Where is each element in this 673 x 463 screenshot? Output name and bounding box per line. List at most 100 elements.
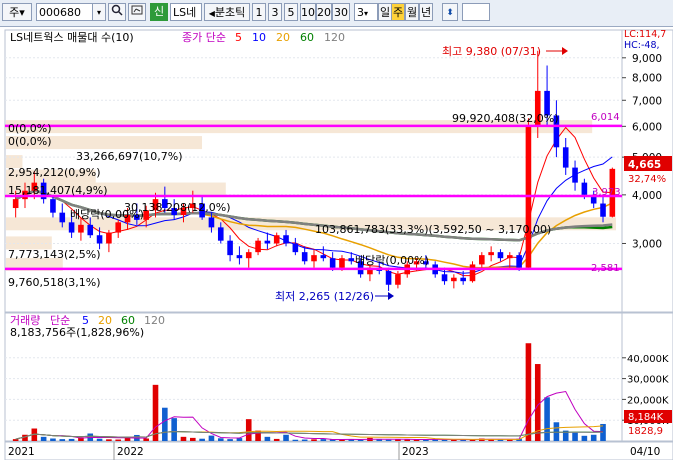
volume-profile-label: 7,773,143(2,5%) — [8, 248, 101, 261]
minute-option-10[interactable]: 10 — [300, 3, 316, 21]
credit-badge: 신 — [150, 3, 168, 21]
candle-body — [68, 222, 75, 233]
volume-axis-bottom-value: 1828,9 — [628, 426, 663, 437]
volume-bar — [115, 439, 122, 441]
candle-body — [516, 255, 522, 268]
volume-badge-value: 8,184K — [628, 412, 664, 423]
candle-body — [348, 258, 355, 262]
chart-area: 9,0008,0007,0006,0005,0004,0003,000 0(0,… — [0, 27, 673, 461]
candle-body — [50, 199, 56, 213]
period-month-button[interactable]: 월 — [405, 3, 419, 21]
interval-dropdown-icon: ▾ — [364, 9, 369, 18]
volume-bar — [283, 434, 289, 441]
volume-bar — [227, 439, 233, 441]
candle-body — [562, 147, 569, 168]
volume-bar — [245, 419, 252, 441]
resist-mid-label: 3,973 — [592, 187, 621, 198]
volume-tick-label: 30,000K — [627, 375, 669, 386]
legend-ma-5: 5 — [235, 31, 242, 44]
volume-bar — [590, 434, 597, 441]
candle-body — [217, 227, 224, 241]
price-panel: 9,0008,0007,0006,0005,0004,0003,000 0(0,… — [4, 29, 673, 313]
volume-bar — [311, 439, 317, 441]
time-label-2023: 2023 — [402, 446, 429, 458]
volume-tick-label: 40,000K — [627, 354, 669, 365]
price-tick-label: 3,000 — [632, 238, 662, 250]
search-icon[interactable] — [108, 3, 126, 21]
minute-option-5[interactable]: 5 — [284, 3, 298, 21]
candle-body — [460, 277, 466, 282]
volume-bar — [451, 439, 457, 441]
price-tick-label: 6,000 — [632, 121, 662, 133]
candle-body — [506, 255, 513, 259]
volume-bar — [106, 439, 112, 441]
volume-profile-label: 0(0,0%) — [8, 122, 52, 135]
candle-body — [283, 235, 289, 244]
minute-option-30[interactable]: 30 — [332, 3, 350, 21]
volume-legend-ma-120: 120 — [144, 314, 165, 327]
candle-body — [320, 255, 327, 259]
minute-option-3[interactable]: 3 — [268, 3, 282, 21]
period-type-button[interactable]: ◀분초틱 — [204, 3, 250, 21]
chart-toolbar: 주▾ 000680 ▾ 신 LS네 ◀분초틱 1 3 5 10 20 30 3▾… — [0, 0, 673, 27]
price-axis-top-left: LC:114,7 — [624, 29, 666, 40]
sort-arrows-icon[interactable]: ⬍ — [442, 3, 458, 21]
chart-settings-icon[interactable] — [128, 3, 146, 21]
volume-last-value: 8,183,756주(1,828,96%) — [10, 326, 144, 339]
volume-bar — [199, 438, 205, 441]
candle-body — [329, 258, 336, 268]
candle-body — [273, 235, 280, 244]
candle-body — [208, 217, 215, 228]
count-input[interactable] — [462, 3, 490, 21]
dividend-annotation-1: 배당락(0,00%) — [70, 208, 144, 221]
volume-bar — [581, 435, 588, 441]
volume-bar — [572, 432, 578, 441]
time-label-last: 04/10 — [630, 446, 660, 458]
candle-body — [78, 224, 84, 233]
volume-bar — [264, 436, 271, 441]
legend-ma-20: 20 — [276, 31, 290, 44]
volume-bar — [385, 439, 392, 441]
minute-option-1[interactable]: 1 — [252, 3, 266, 21]
period-week-button[interactable]: 주 — [391, 3, 405, 21]
volume-bar — [534, 364, 541, 441]
chart-svg: 9,0008,0007,0006,0005,0004,0003,000 0(0,… — [4, 29, 673, 461]
volume-profile-label: 33,266,697(10,7%) — [76, 150, 183, 163]
candle-body — [600, 203, 606, 217]
resist-upper-label: 6,014 — [591, 112, 620, 123]
time-label-2022: 2022 — [117, 446, 144, 458]
code-dropdown-icon[interactable]: ▾ — [92, 3, 106, 21]
candle-body — [301, 252, 308, 262]
candle-body — [12, 199, 19, 209]
resist-lower-label: 2,581 — [591, 263, 620, 274]
market-label: 주 — [9, 6, 20, 19]
volume-bar — [190, 437, 196, 441]
volume-bar — [273, 438, 280, 441]
candle-body — [96, 235, 103, 244]
price-axis-top-right: HC:-48, — [624, 40, 660, 51]
legend-title: LS네트웍스 매물대 수(10) — [10, 31, 134, 44]
stock-code-value: 000680 — [39, 6, 81, 19]
market-select[interactable]: 주▾ — [2, 3, 32, 21]
period-year-button[interactable]: 년 — [419, 3, 433, 21]
minute-option-20[interactable]: 20 — [316, 3, 332, 21]
volume-bar — [171, 418, 177, 441]
legend-ma-10: 10 — [252, 31, 266, 44]
high-annotation: 최고 9,380 (07/31) — [442, 45, 541, 58]
candle-body — [311, 255, 317, 262]
volume-bar — [320, 439, 327, 441]
volume-profile-label: 2,954,212(0,9%) — [8, 166, 101, 179]
price-tick-label: 4,000 — [632, 190, 662, 202]
volume-bar — [12, 439, 19, 441]
price-tick-label: 7,000 — [632, 95, 662, 107]
volume-bar — [506, 439, 513, 441]
volume-profile-label: 0(0,0%) — [8, 135, 52, 148]
volume-bar — [162, 407, 168, 441]
legend-ma-60: 60 — [300, 31, 314, 44]
interval-input[interactable]: 3▾ — [354, 3, 378, 21]
candle-body — [264, 240, 271, 244]
period-day-button[interactable]: 일 — [378, 3, 392, 21]
candle-body — [87, 224, 94, 236]
volume-bar — [152, 384, 159, 441]
candle-body — [227, 240, 233, 256]
